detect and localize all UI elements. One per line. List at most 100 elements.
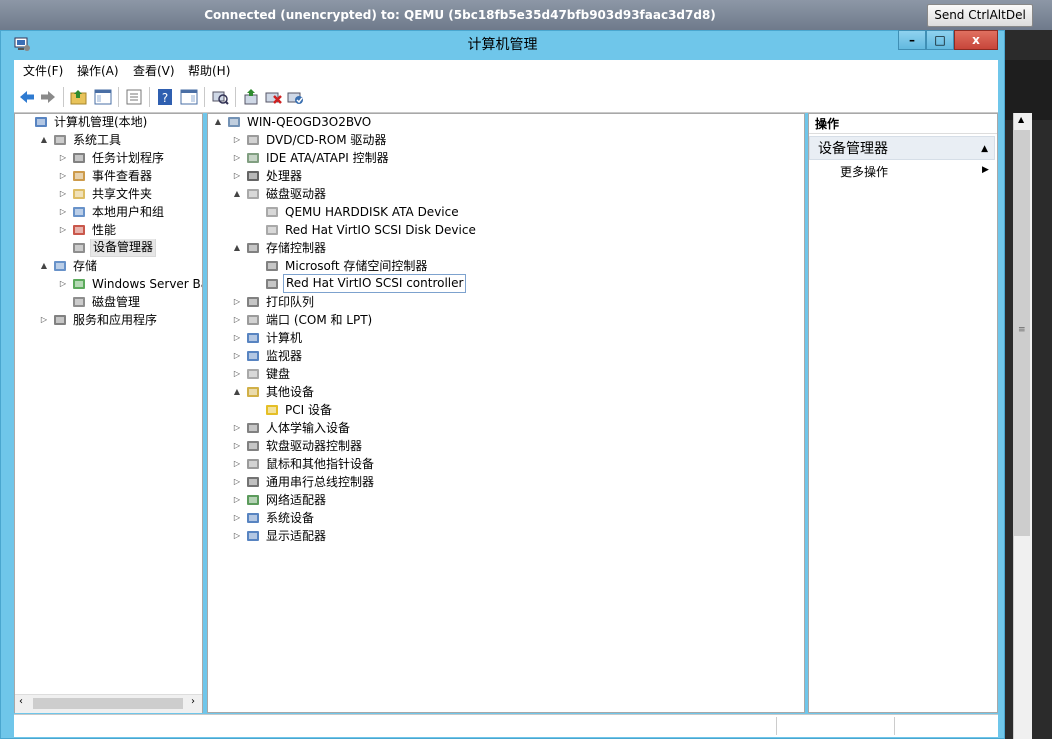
tree-expander-icon[interactable]: ▷	[232, 149, 242, 167]
collapse-triangle-icon[interactable]: ▲	[981, 137, 988, 161]
menu-action[interactable]: 操作(A)	[77, 63, 119, 79]
maximize-button[interactable]: □	[926, 30, 954, 50]
menu-view[interactable]: 查看(V)	[133, 63, 175, 79]
close-button[interactable]: x	[954, 30, 998, 50]
tree-expander-icon[interactable]: ▲	[232, 185, 242, 203]
nav-tree-item[interactable]: ▷ 性能	[58, 221, 202, 239]
tree-expander-icon[interactable]: ▷	[232, 491, 242, 509]
tree-expander-icon	[58, 293, 68, 311]
system-device-icon	[245, 510, 261, 526]
device-tree-label: 打印队列	[266, 295, 315, 309]
submenu-arrow-icon: ▶	[982, 165, 989, 175]
clock-icon	[71, 150, 87, 166]
tree-expander-icon[interactable]: ▲	[39, 257, 49, 275]
tree-expander-icon	[251, 401, 261, 419]
storage-icon	[52, 258, 68, 274]
tree-expander-icon[interactable]: ▷	[232, 311, 242, 329]
scroll-right-arrow-icon[interactable]: ›	[191, 696, 195, 707]
menu-help[interactable]: 帮助(H)	[188, 63, 230, 79]
scan-hardware-icon[interactable]	[210, 87, 230, 107]
tree-expander-icon[interactable]: ▷	[58, 221, 68, 239]
tree-expander-icon[interactable]: ▷	[232, 329, 242, 347]
device-tree-label: Microsoft 存储空间控制器	[285, 259, 428, 273]
tree-expander-icon[interactable]: ▷	[232, 167, 242, 185]
tree-expander-icon[interactable]: ▷	[232, 131, 242, 149]
ide-controller-icon	[245, 150, 261, 166]
scroll-left-arrow-icon[interactable]: ‹	[19, 696, 23, 707]
nav-tree-item[interactable]: 磁盘管理	[58, 293, 202, 311]
tree-expander-icon[interactable]: ▷	[58, 167, 68, 185]
tree-expander-icon[interactable]: ▷	[232, 437, 242, 455]
actions-section-title: 设备管理器	[818, 141, 888, 157]
device-tree-label: 处理器	[266, 169, 303, 183]
nav-tree-item[interactable]: ▷ 本地用户和组	[58, 203, 202, 221]
send-ctrl-alt-del-button[interactable]: Send CtrlAltDel	[927, 4, 1033, 27]
device-tree-label: 键盘	[266, 367, 291, 381]
actions-section-device-manager[interactable]: 设备管理器 ▲	[809, 136, 995, 160]
device-tree-label: PCI 设备	[285, 403, 332, 417]
tree-expander-icon[interactable]: ▲	[213, 113, 223, 131]
properties-icon[interactable]	[124, 87, 144, 107]
menu-file[interactable]: 文件(F)	[23, 63, 63, 79]
tree-expander-icon[interactable]: ▷	[39, 311, 49, 329]
nav-tree-item[interactable]: ▷ 共享文件夹	[58, 185, 202, 203]
update-driver-icon[interactable]	[241, 87, 261, 107]
more-actions-item[interactable]: 更多操作	[840, 163, 888, 181]
forward-arrow-icon[interactable]	[38, 87, 58, 107]
nav-tree-item[interactable]: 计算机管理(本地)	[20, 113, 202, 131]
tree-expander-icon	[20, 113, 30, 131]
tree-expander-icon[interactable]: ▷	[232, 455, 242, 473]
performance-icon	[71, 222, 87, 238]
show-action-pane-icon[interactable]	[179, 87, 199, 107]
tree-expander-icon[interactable]: ▷	[232, 293, 242, 311]
nav-tree-item[interactable]: ▲ 存储	[39, 257, 202, 275]
tree-expander-icon[interactable]: ▷	[232, 419, 242, 437]
tree-expander-icon[interactable]: ▲	[232, 239, 242, 257]
storage-controller-icon	[264, 258, 280, 274]
back-arrow-icon[interactable]	[17, 87, 37, 107]
up-folder-icon[interactable]	[69, 87, 89, 107]
tree-expander-icon	[58, 239, 68, 257]
display-adapter-icon	[245, 528, 261, 544]
device-tree-label: 其他设备	[266, 385, 315, 399]
tree-expander-icon[interactable]: ▷	[58, 203, 68, 221]
nav-tree-label: 系统工具	[73, 133, 122, 147]
device-tree-label: QEMU HARDDISK ATA Device	[285, 205, 459, 219]
warning-device-icon	[264, 402, 280, 418]
nav-tree-item[interactable]: ▷ 任务计划程序	[58, 149, 202, 167]
nav-tree-item[interactable]: 设备管理器	[58, 239, 202, 257]
minimize-button[interactable]: –	[898, 30, 926, 50]
tree-expander-icon[interactable]: ▷	[58, 185, 68, 203]
tree-expander-icon[interactable]: ▷	[58, 149, 68, 167]
nav-tree-item[interactable]: ▷ 服务和应用程序	[39, 311, 202, 329]
device-tree-label: 软盘驱动器控制器	[266, 439, 363, 453]
tree-expander-icon[interactable]: ▷	[58, 275, 68, 293]
scroll-up-arrow-icon[interactable]: ▲	[1018, 115, 1024, 124]
uninstall-device-icon[interactable]	[263, 87, 283, 107]
nav-tree-item[interactable]: ▷ 事件查看器	[58, 167, 202, 185]
help-icon[interactable]: ?	[155, 87, 175, 107]
svg-text:?: ?	[162, 91, 168, 105]
tree-expander-icon[interactable]: ▷	[232, 347, 242, 365]
device-tree-label: DVD/CD-ROM 驱动器	[266, 133, 387, 147]
hard-disk-icon	[264, 222, 280, 238]
tree-expander-icon[interactable]: ▷	[232, 527, 242, 545]
nav-tree-item[interactable]: ▲ 系统工具	[39, 131, 202, 149]
device-manager-icon	[71, 240, 87, 256]
mouse-icon	[245, 456, 261, 472]
hard-disk-icon	[264, 204, 280, 220]
nav-tree-label: Windows Server Back	[92, 277, 202, 291]
more-actions-label: 更多操作	[840, 165, 889, 179]
horizontal-scroll-thumb[interactable]	[33, 698, 183, 709]
tree-expander-icon[interactable]: ▷	[232, 365, 242, 383]
tree-expander-icon[interactable]: ▲	[39, 131, 49, 149]
enable-device-icon[interactable]	[285, 87, 305, 107]
tree-expander-icon[interactable]: ▷	[232, 473, 242, 491]
tree-expander-icon[interactable]: ▷	[232, 509, 242, 527]
left-pane-horizontal-scrollbar[interactable]: ‹ ›	[15, 694, 202, 713]
show-hide-tree-icon[interactable]	[93, 87, 113, 107]
vertical-scroll-thumb[interactable]: ≡	[1014, 130, 1030, 536]
tree-expander-icon[interactable]: ▲	[232, 383, 242, 401]
computer-icon	[245, 330, 261, 346]
nav-tree-item[interactable]: ▷ Windows Server Back	[58, 275, 202, 293]
